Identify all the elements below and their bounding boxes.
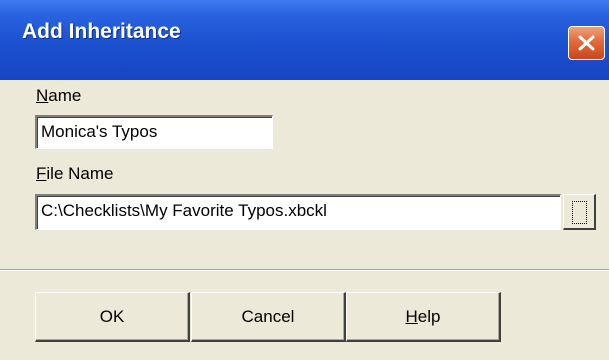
ok-button-label: OK: [99, 306, 125, 326]
browse-button[interactable]: [563, 194, 596, 230]
file-name-input[interactable]: C:\Checklists\My Favorite Typos.xbckl: [35, 194, 561, 230]
close-button[interactable]: [568, 26, 605, 60]
file-name-input-value: C:\Checklists\My Favorite Typos.xbckl: [41, 201, 327, 220]
name-label-mnemonic: N: [36, 86, 49, 105]
ellipsis-browse-icon: [572, 201, 587, 224]
separator: [0, 269, 609, 271]
close-icon: [578, 35, 595, 51]
dialog-title: Add Inheritance: [22, 20, 181, 43]
help-button[interactable]: Help: [346, 292, 501, 342]
dialog-body: Name Monica's Typos File Name C:\Checkli…: [0, 80, 609, 360]
add-inheritance-dialog: Add Inheritance Name Monica's Typos File…: [0, 0, 609, 360]
cancel-button[interactable]: Cancel: [191, 292, 346, 342]
ok-button[interactable]: OK: [35, 292, 190, 342]
file-name-label-mnemonic: F: [36, 164, 47, 183]
help-button-mnemonic: H: [405, 306, 418, 326]
file-name-label: File Name: [36, 164, 113, 184]
file-name-label-rest: ile Name: [46, 164, 114, 183]
name-label-rest: ame: [48, 86, 82, 105]
help-button-label-rest: elp: [417, 306, 441, 326]
cancel-button-label: Cancel: [241, 306, 295, 326]
name-input-value: Monica's Typos: [41, 122, 158, 141]
name-input[interactable]: Monica's Typos: [35, 115, 273, 149]
name-label: Name: [36, 86, 81, 106]
title-bar[interactable]: Add Inheritance: [0, 0, 609, 80]
